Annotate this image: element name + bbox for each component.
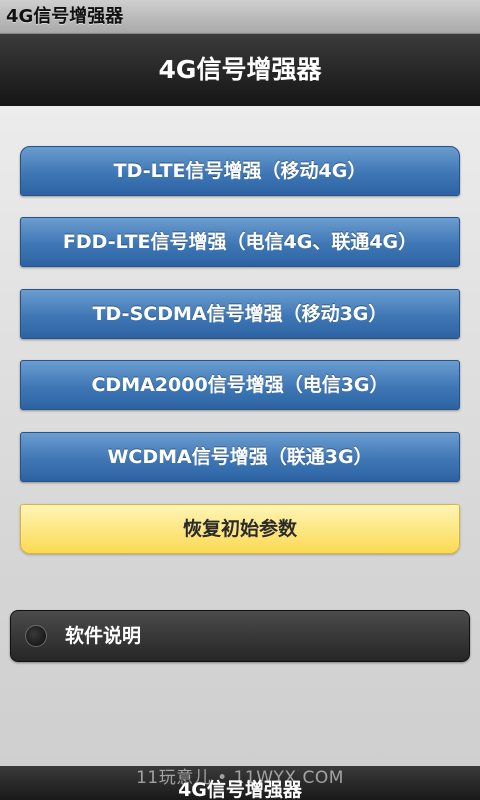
page-title: 4G信号增强器 — [158, 55, 322, 84]
reset-defaults-label: 恢复初始参数 — [182, 518, 297, 540]
td-lte-boost-button[interactable]: TD-LTE信号增强（移动4G） — [20, 146, 460, 196]
wcdma-boost-label: WCDMA信号增强（联通3G） — [107, 446, 373, 468]
footer-title: 4G信号增强器 — [178, 779, 302, 800]
status-bar-title: 4G信号增强器 — [6, 6, 124, 27]
status-bar: 4G信号增强器 — [0, 0, 480, 34]
radio-unchecked-icon[interactable] — [25, 625, 47, 647]
main-content: TD-LTE信号增强（移动4G） FDD-LTE信号增强（电信4G、联通4G） … — [0, 106, 480, 766]
reset-defaults-button[interactable]: 恢复初始参数 — [20, 504, 460, 554]
cdma2000-boost-button[interactable]: CDMA2000信号增强（电信3G） — [20, 360, 460, 410]
app-title-bar: 4G信号增强器 — [0, 34, 480, 106]
td-scdma-boost-button[interactable]: TD-SCDMA信号增强（移动3G） — [20, 289, 460, 339]
td-lte-boost-label: TD-LTE信号增强（移动4G） — [113, 160, 367, 182]
td-scdma-boost-label: TD-SCDMA信号增强（移动3G） — [92, 303, 388, 325]
wcdma-boost-button[interactable]: WCDMA信号增强（联通3G） — [20, 432, 460, 482]
software-help-label: 软件说明 — [65, 625, 142, 647]
fdd-lte-boost-button[interactable]: FDD-LTE信号增强（电信4G、联通4G） — [20, 217, 460, 267]
cdma2000-boost-label: CDMA2000信号增强（电信3G） — [91, 374, 389, 396]
fdd-lte-boost-label: FDD-LTE信号增强（电信4G、联通4G） — [62, 231, 418, 253]
software-help-item[interactable]: 软件说明 — [10, 610, 470, 662]
bottom-bar: 4G信号增强器 — [0, 766, 480, 800]
